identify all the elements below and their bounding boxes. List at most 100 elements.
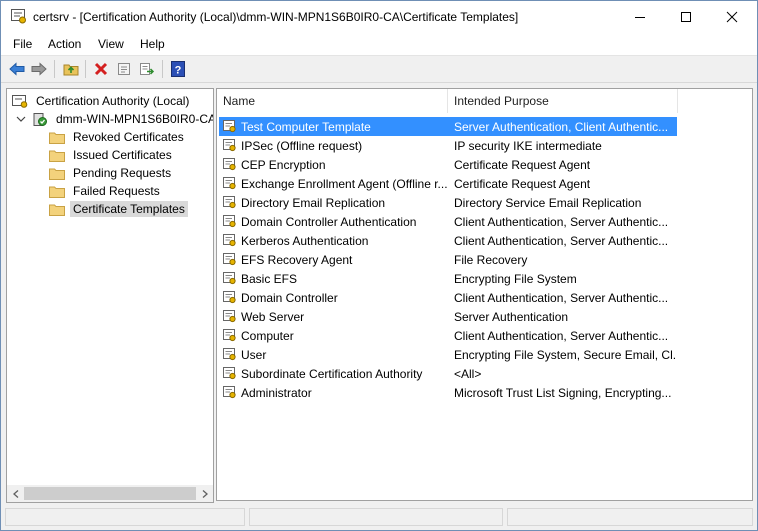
forward-button[interactable]	[29, 59, 49, 79]
intended-purpose-cell: Encrypting File System, Secure Email, Cl…	[454, 347, 676, 362]
chevron-down-icon[interactable]	[16, 114, 26, 124]
tree-item-label: Pending Requests	[73, 166, 172, 180]
tree-item-pending-requests[interactable]: Pending Requests	[49, 164, 174, 182]
certificate-template-icon	[223, 272, 236, 285]
table-row[interactable]: Domain Controller Client Authentication, …	[219, 288, 677, 307]
certificate-template-icon	[223, 196, 236, 209]
table-row[interactable]: Kerberos Authentication Client Authentica…	[219, 231, 677, 250]
status-segment	[5, 508, 245, 526]
delete-icon	[94, 62, 108, 76]
intended-purpose-cell: Directory Service Email Replication	[454, 195, 642, 210]
tree-ca-node[interactable]: dmm-WIN-MPN1S6B0IR0-CA	[16, 110, 213, 128]
template-name-cell: Domain Controller Authentication	[223, 215, 449, 229]
template-name-cell: IPSec (Offline request)	[223, 139, 449, 153]
menu-help[interactable]: Help	[140, 37, 165, 51]
template-name-cell: Exchange Enrollment Agent (Offline r...	[223, 177, 449, 191]
tree-horizontal-scrollbar[interactable]	[7, 485, 213, 502]
intended-purpose-cell: IP security IKE intermediate	[454, 138, 602, 153]
folder-icon	[49, 168, 65, 180]
maximize-icon	[680, 12, 691, 22]
window-title: certsrv - [Certification Authority (Loca…	[33, 10, 519, 24]
table-row[interactable]: Test Computer Template Server Authenticat…	[219, 117, 677, 136]
mmc-window: certsrv - [Certification Authority (Loca…	[0, 0, 758, 531]
template-name: Computer	[241, 328, 294, 343]
tree-item-certificate-templates[interactable]: Certificate Templates	[49, 200, 188, 218]
table-row[interactable]: Domain Controller Authentication Client A…	[219, 212, 677, 231]
scroll-left-button[interactable]	[7, 485, 24, 502]
menu-view[interactable]: View	[98, 37, 124, 51]
console-tree[interactable]: Certification Authority (Local) dmm-WIN-…	[6, 88, 214, 503]
template-name-cell: Subordinate Certification Authority	[223, 367, 449, 381]
maximize-button[interactable]	[663, 1, 708, 33]
minimize-button[interactable]	[617, 1, 662, 33]
template-name: EFS Recovery Agent	[241, 252, 353, 267]
certificate-template-icon	[223, 177, 236, 190]
certificate-template-icon	[223, 310, 236, 323]
delete-button[interactable]	[91, 59, 111, 79]
intended-purpose-cell: <All>	[454, 366, 482, 381]
table-row[interactable]: Exchange Enrollment Agent (Offline r... C…	[219, 174, 677, 193]
template-name-cell: Administrator	[223, 386, 449, 400]
status-segment	[507, 508, 753, 526]
column-header-name[interactable]: Name	[217, 89, 448, 113]
certificate-template-icon	[223, 253, 236, 266]
tree-item-revoked-certificates[interactable]: Revoked Certificates	[49, 128, 187, 146]
tree-item-failed-requests[interactable]: Failed Requests	[49, 182, 163, 200]
table-row[interactable]: Administrator Microsoft Trust List Signin…	[219, 383, 677, 402]
back-arrow-icon	[9, 62, 25, 76]
table-row[interactable]: Web Server Server Authentication	[219, 307, 677, 326]
menu-file[interactable]: File	[13, 37, 32, 51]
column-header-intended-purpose[interactable]: Intended Purpose	[448, 89, 678, 113]
tree-root-node[interactable]: Certification Authority (Local)	[12, 92, 192, 110]
tree-item-issued-certificates[interactable]: Issued Certificates	[49, 146, 175, 164]
help-button[interactable]: ?	[168, 59, 188, 79]
minimize-icon	[634, 17, 645, 18]
folder-icon	[49, 204, 65, 216]
template-name: User	[241, 347, 267, 362]
certsrv-app-icon	[11, 9, 26, 24]
title-bar[interactable]: certsrv - [Certification Authority (Loca…	[1, 1, 757, 33]
tree-item-label: Issued Certificates	[73, 148, 172, 162]
table-row[interactable]: IPSec (Offline request) IP security IKE i…	[219, 136, 677, 155]
template-name-cell: Domain Controller	[223, 291, 449, 305]
template-name: Exchange Enrollment Agent (Offline r...	[241, 176, 448, 191]
table-row[interactable]: CEP Encryption Certificate Request Agent	[219, 155, 677, 174]
table-row[interactable]: User Encrypting File System, Secure Email…	[219, 345, 677, 364]
certificate-template-icon	[223, 234, 236, 247]
intended-purpose-cell: Certificate Request Agent	[454, 157, 591, 172]
export-list-icon	[140, 63, 155, 75]
chevron-right-icon	[202, 489, 208, 498]
tree-root-label: Certification Authority (Local)	[36, 94, 190, 108]
status-segment	[249, 508, 503, 526]
table-row[interactable]: Basic EFS Encrypting File System	[219, 269, 677, 288]
up-one-level-button[interactable]	[61, 59, 81, 79]
certificate-template-icon	[223, 291, 236, 304]
template-name: Subordinate Certification Authority	[241, 366, 423, 381]
status-bar	[1, 506, 757, 530]
certificate-template-icon	[223, 329, 236, 342]
table-row[interactable]: EFS Recovery Agent File Recovery	[219, 250, 677, 269]
export-list-button[interactable]	[137, 59, 157, 79]
tree-item-label: Failed Requests	[73, 184, 160, 198]
template-name: Basic EFS	[241, 271, 298, 286]
table-row[interactable]: Directory Email Replication Directory Ser…	[219, 193, 677, 212]
template-name: Domain Controller Authentication	[241, 214, 417, 229]
properties-button[interactable]	[114, 59, 134, 79]
chevron-left-icon	[12, 489, 18, 498]
template-name-cell: Computer	[223, 329, 449, 343]
table-row[interactable]: Subordinate Certification Authority <All>	[219, 364, 677, 383]
menu-action[interactable]: Action	[48, 37, 81, 51]
intended-purpose-cell: Client Authentication, Server Authentic.…	[454, 233, 669, 248]
template-name-cell: Web Server	[223, 310, 449, 324]
certificate-template-icon	[223, 386, 236, 399]
intended-purpose-cell: Server Authentication	[454, 309, 569, 324]
table-row[interactable]: Computer Client Authentication, Server Au…	[219, 326, 677, 345]
result-list[interactable]: Name Intended Purpose Test Computer Temp…	[216, 88, 753, 501]
template-name: Administrator	[241, 385, 312, 400]
up-folder-icon	[63, 64, 79, 76]
scroll-right-button[interactable]	[196, 485, 213, 502]
scrollbar-thumb[interactable]	[24, 487, 196, 500]
close-button[interactable]	[709, 1, 754, 33]
back-button[interactable]	[7, 59, 27, 79]
template-name: Domain Controller	[241, 290, 338, 305]
